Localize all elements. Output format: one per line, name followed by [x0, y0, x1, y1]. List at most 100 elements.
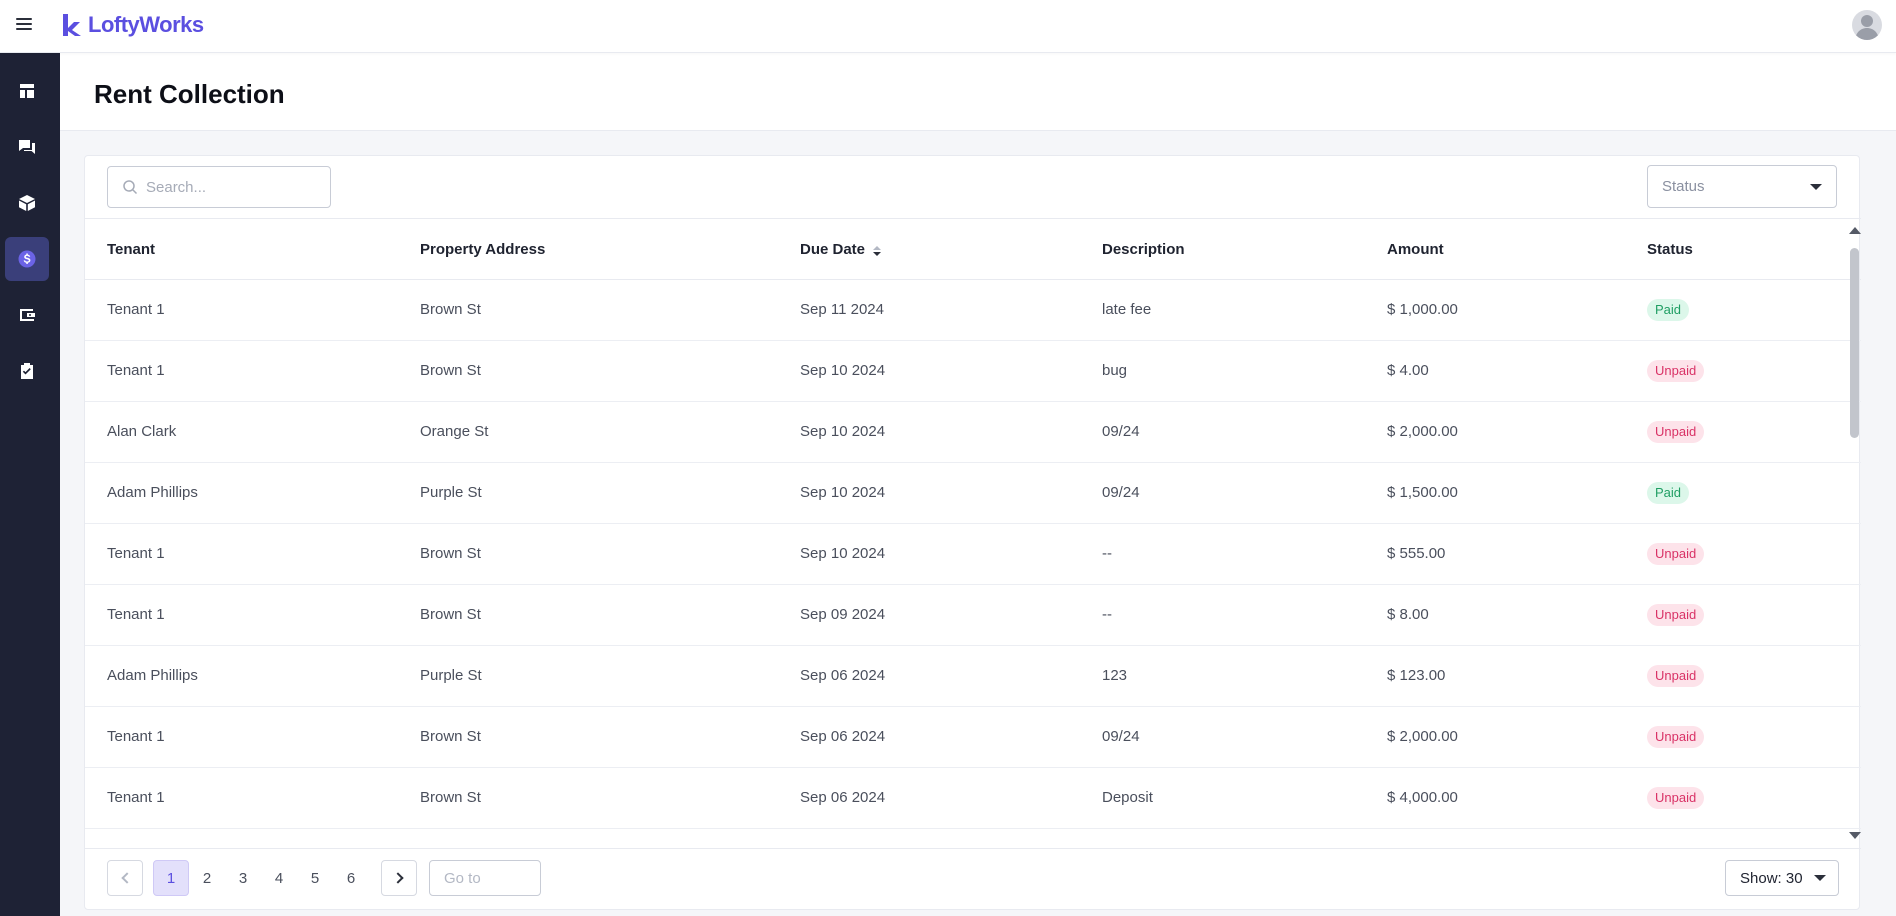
- cell-property-address: Brown St: [420, 606, 481, 623]
- dollar-icon: [18, 250, 36, 268]
- caret-down-icon: [1810, 183, 1822, 190]
- sidebar-item-wallet[interactable]: [5, 293, 49, 337]
- status-badge: Paid: [1647, 482, 1690, 504]
- cell-description: --: [1102, 606, 1112, 623]
- cell-due-date: Sep 06 2024: [800, 728, 886, 745]
- status-badge: Paid: [1647, 299, 1690, 321]
- table-row[interactable]: Alan Clark Orange St Sep 10 2024 09/24 $ 2,0…: [85, 402, 1861, 463]
- sidebar: [0, 53, 60, 916]
- chevron-right-icon: [391, 872, 404, 884]
- chevron-left-icon: [120, 872, 133, 884]
- cell-property-address: Brown St: [420, 728, 481, 745]
- cell-due-date: Sep 06 2024: [800, 789, 886, 806]
- cell-due-date: Sep 11 2024: [800, 301, 884, 318]
- status-badge: Unpaid: [1647, 726, 1705, 748]
- table-row[interactable]: Tenant 1 Brown St Sep 11 2024 late fee $ 1,0…: [85, 280, 1861, 341]
- cell-property-address: Purple St: [420, 484, 482, 501]
- logo[interactable]: LoftyWorks: [60, 12, 204, 38]
- cell-amount: $ 4.00: [1387, 362, 1429, 379]
- cell-property-address: Purple St: [420, 667, 482, 684]
- page-header: Rent Collection: [60, 53, 1896, 131]
- cell-amount: $ 555.00: [1387, 545, 1446, 562]
- page-size-select[interactable]: Show: 30: [1725, 860, 1839, 896]
- table-row[interactable]: Tenant 1 Brown St Sep 09 2024 -- $ 8.00 Unpai…: [85, 585, 1861, 646]
- table-row[interactable]: Tenant 1 Brown St Sep 10 2024 bug $ 4.00 Unpa…: [85, 341, 1861, 402]
- status-badge: Unpaid: [1647, 665, 1705, 687]
- sidebar-item-dashboard[interactable]: [5, 69, 49, 113]
- column-header-amount: Amount: [1387, 241, 1444, 258]
- cell-property-address: Brown St: [420, 362, 481, 379]
- table-row[interactable]: Adam Phillips Purple St Sep 10 2024 09/24 $ …: [85, 463, 1861, 524]
- loftyworks-logo-icon: [63, 14, 81, 36]
- table-scrollbar[interactable]: [1847, 219, 1861, 848]
- table-row[interactable]: Tenant 1 Brown St Sep 10 2024 -- $ 555.00 Unp…: [85, 524, 1861, 585]
- cell-property-address: Brown St: [420, 545, 481, 562]
- sort-icon[interactable]: [873, 245, 882, 256]
- cell-amount: $ 8.00: [1387, 606, 1429, 623]
- column-header-tenant: Tenant: [107, 241, 156, 258]
- cell-due-date: Sep 10 2024: [800, 484, 886, 501]
- cell-amount: $ 2,000.00: [1387, 728, 1458, 745]
- sidebar-item-properties[interactable]: [5, 181, 49, 225]
- search-icon: [123, 180, 138, 195]
- status-filter-select[interactable]: Status: [1647, 165, 1837, 208]
- page-number-button[interactable]: 5: [297, 860, 333, 896]
- cell-property-address: Brown St: [420, 789, 481, 806]
- cell-tenant: Tenant 1: [107, 545, 165, 562]
- pagination-bar: 123456 Show: 30: [85, 848, 1861, 910]
- cell-amount: $ 2,000.00: [1387, 423, 1458, 440]
- clipboard-check-icon: [21, 363, 33, 379]
- user-avatar[interactable]: [1852, 10, 1882, 40]
- caret-down-icon: [1814, 875, 1826, 881]
- cell-amount: $ 1,500.00: [1387, 484, 1458, 501]
- cell-amount: $ 1,000.00: [1387, 301, 1458, 318]
- previous-page-button[interactable]: [107, 860, 143, 896]
- table-row[interactable]: Tenant 1 Brown St Sep 06 2024 09/24 $ 2,000.…: [85, 707, 1861, 768]
- page-title: Rent Collection: [94, 79, 285, 109]
- cell-description: 123: [1102, 667, 1128, 684]
- column-header-due-date[interactable]: Due Date: [800, 241, 882, 258]
- cell-description: late fee: [1102, 301, 1152, 318]
- sidebar-item-messages[interactable]: [5, 125, 49, 169]
- rent-collection-card: Status Tenant Property Address Due Date …: [84, 155, 1861, 910]
- page-number-button[interactable]: 2: [189, 860, 225, 896]
- cell-tenant: Alan Clark: [107, 423, 177, 440]
- search-box[interactable]: [107, 166, 331, 208]
- user-icon: [1855, 15, 1879, 40]
- status-badge: Unpaid: [1647, 604, 1705, 626]
- hamburger-menu-icon[interactable]: [14, 15, 34, 35]
- top-bar: LoftyWorks: [0, 0, 1896, 53]
- column-header-property-address: Property Address: [420, 241, 546, 258]
- cell-due-date: Sep 10 2024: [800, 423, 886, 440]
- page-number-button[interactable]: 4: [261, 860, 297, 896]
- cell-tenant: Tenant 1: [107, 606, 165, 623]
- chat-icon: [19, 140, 35, 154]
- sidebar-item-rent-collection[interactable]: [5, 237, 49, 281]
- sidebar-item-tasks[interactable]: [5, 349, 49, 393]
- cell-tenant: Tenant 1: [107, 301, 165, 318]
- column-header-status: Status: [1647, 241, 1693, 258]
- cell-due-date: Sep 10 2024: [800, 362, 886, 379]
- cell-tenant: Tenant 1: [107, 789, 165, 806]
- table-row[interactable]: Adam Phillips Purple St Sep 06 2024 123 $ 12…: [85, 646, 1861, 707]
- cell-due-date: Sep 09 2024: [800, 606, 886, 623]
- scroll-up-arrow-icon[interactable]: [1849, 227, 1861, 234]
- scrollbar-thumb[interactable]: [1850, 248, 1859, 438]
- next-page-button[interactable]: [381, 860, 417, 896]
- wallet-icon: [20, 309, 35, 321]
- cell-description: 09/24: [1102, 728, 1140, 745]
- scroll-down-arrow-icon[interactable]: [1849, 832, 1861, 839]
- page-number-button[interactable]: 1: [153, 860, 189, 896]
- status-badge: Unpaid: [1647, 421, 1705, 443]
- cell-due-date: Sep 06 2024: [800, 667, 886, 684]
- cell-description: 09/24: [1102, 423, 1140, 440]
- cell-description: Deposit: [1102, 789, 1153, 806]
- page-number-button[interactable]: 6: [333, 860, 369, 896]
- table-row[interactable]: Tenant 1 Brown St Sep 06 2024 Deposit $ 4,00…: [85, 768, 1861, 829]
- cell-tenant: Adam Phillips: [107, 484, 198, 501]
- go-to-page-input[interactable]: [429, 860, 541, 896]
- status-badge: Unpaid: [1647, 543, 1705, 565]
- cell-amount: $ 4,000.00: [1387, 789, 1458, 806]
- search-input[interactable]: [146, 178, 316, 196]
- page-number-button[interactable]: 3: [225, 860, 261, 896]
